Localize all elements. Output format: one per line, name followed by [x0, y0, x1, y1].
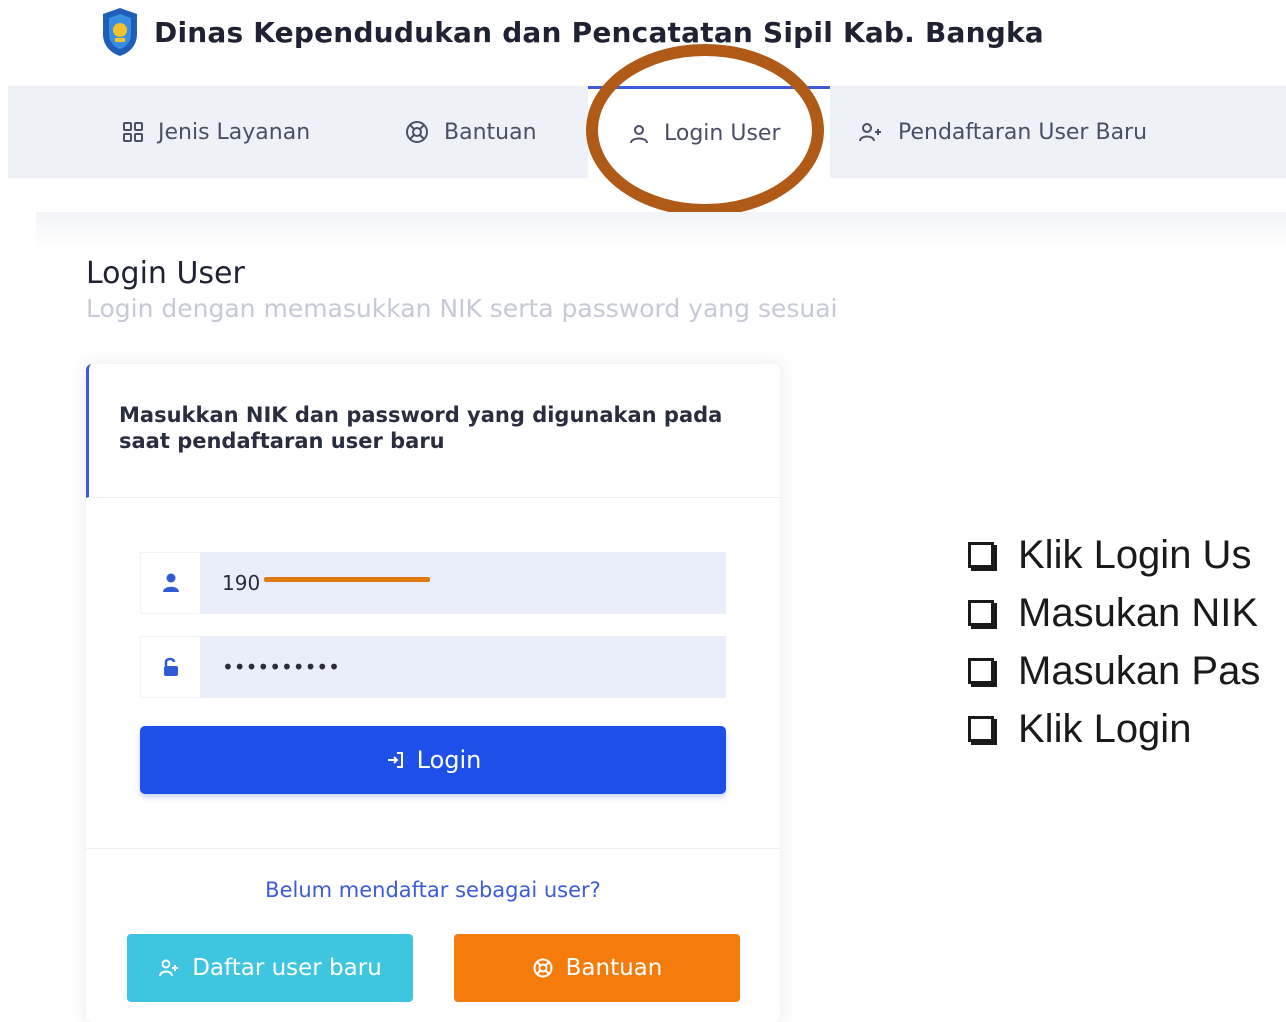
nav-label: Login User [664, 121, 781, 146]
nav-item-bantuan[interactable]: Bantuan [404, 86, 537, 178]
register-prompt: Belum mendaftar sebagai user? [265, 878, 601, 902]
login-button[interactable]: Login [140, 726, 726, 794]
password-field[interactable] [200, 636, 726, 698]
checkbox-icon [968, 658, 994, 684]
page-subtitle: Login dengan memasukkan NIK serta passwo… [86, 294, 838, 323]
register-button-label: Daftar user baru [192, 955, 382, 981]
checkbox-icon [968, 716, 994, 742]
card-header: Masukkan NIK dan password yang digunakan… [86, 364, 780, 498]
login-button-label: Login [416, 746, 482, 774]
redaction-mark [264, 577, 430, 582]
main-nav: Jenis Layanan Bantuan Login User Pendaft… [8, 86, 1286, 178]
site-title: Dinas Kependudukan dan Pencatatan Sipil … [154, 15, 1044, 49]
nav-label: Pendaftaran User Baru [898, 119, 1148, 145]
step-item: Klik Login Us [968, 526, 1286, 584]
help-button[interactable]: Bantuan [454, 934, 740, 1002]
step-text: Masukan NIK [1018, 590, 1259, 635]
nik-field[interactable] [200, 552, 726, 614]
nav-item-login-user[interactable]: Login User [588, 86, 830, 178]
step-text: Klik Login [1018, 706, 1192, 751]
step-text: Masukan Pas [1018, 648, 1261, 693]
help-button-label: Bantuan [565, 955, 663, 981]
user-icon [140, 552, 200, 614]
step-item: Klik Login [968, 700, 1286, 758]
nav-label: Bantuan [444, 119, 537, 145]
grid-icon [123, 122, 143, 142]
sign-in-icon [387, 752, 403, 768]
divider [86, 848, 780, 849]
step-item: Masukan Pas [968, 642, 1286, 700]
lifebuoy-icon [406, 121, 428, 143]
password-input-group [140, 636, 726, 698]
page-title: Login User [86, 256, 245, 291]
user-icon [630, 124, 648, 143]
nav-item-jenis-layanan[interactable]: Jenis Layanan [122, 86, 310, 178]
section-divider [36, 212, 1286, 248]
instruction-steps: Klik Login Us Masukan NIK Masukan Pas Kl… [968, 526, 1286, 758]
form-instruction: Masukkan NIK dan password yang digunakan… [119, 403, 723, 453]
site-header: Dinas Kependudukan dan Pencatatan Sipil … [100, 6, 1044, 58]
user-plus-icon [859, 123, 881, 142]
register-button[interactable]: Daftar user baru [127, 934, 413, 1002]
checkbox-icon [968, 600, 994, 626]
login-card: Masukkan NIK dan password yang digunakan… [86, 364, 780, 1022]
shield-emblem-icon [103, 8, 137, 56]
nav-label: Jenis Layanan [158, 119, 311, 145]
nik-input-group [140, 552, 726, 614]
unlock-icon [140, 636, 200, 698]
lifebuoy-icon [533, 958, 553, 978]
user-plus-icon [159, 959, 179, 977]
checkbox-icon [968, 542, 994, 568]
step-text: Klik Login Us [1018, 532, 1252, 577]
nav-item-pendaftaran-user-baru[interactable]: Pendaftaran User Baru [858, 86, 1147, 178]
step-item: Masukan NIK [968, 584, 1286, 642]
